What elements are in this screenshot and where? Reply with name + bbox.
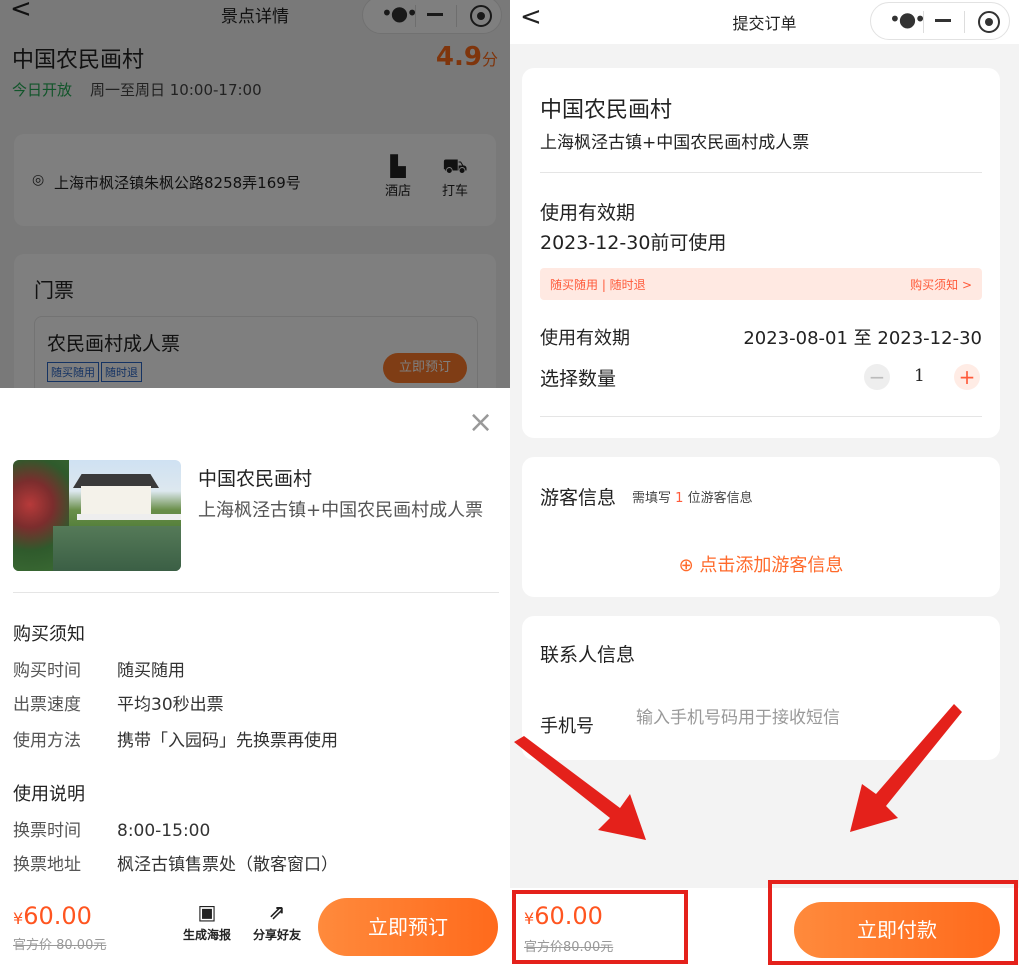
currency-symbol: ¥ — [13, 909, 24, 928]
thumb-house — [81, 486, 151, 516]
row-key: 换票地址 — [13, 855, 81, 875]
share-icon: ⇗ — [268, 900, 286, 924]
annotation-arrow-left — [514, 736, 646, 840]
share-button[interactable]: ⇗ 分享好友 — [248, 900, 306, 943]
row-value: 平均30秒出票 — [117, 695, 224, 715]
share-label: 分享好友 — [252, 928, 301, 942]
divider — [13, 592, 499, 593]
product-name: 中国农民画村 — [198, 468, 313, 490]
row-key: 使用方法 — [13, 731, 81, 751]
row-value: 8:00-15:00 — [117, 821, 211, 841]
row-key: 购买时间 — [13, 661, 81, 681]
official-price: 官方价 80.00元 — [13, 938, 107, 953]
purchase-row: 使用方法 携带「入园码」先换票再使用 — [13, 726, 338, 751]
annotation-arrow-right — [850, 704, 962, 832]
usage-row: 换票地址 枫泾古镇售票处（散客窗口） — [13, 850, 338, 875]
row-value: 随买随用 — [117, 661, 185, 681]
purchase-row: 购买时间 随买随用 — [13, 656, 185, 681]
row-value: 携带「入园码」先换票再使用 — [117, 731, 338, 751]
image-icon: ▣ — [197, 900, 217, 924]
product-thumbnail — [13, 460, 181, 571]
annotation-arrows — [514, 704, 962, 840]
price-value: 60.00 — [23, 902, 92, 930]
price: ¥60.00 — [13, 902, 92, 930]
thumb-water — [53, 526, 181, 571]
submit-order-screen: < 提交订单 •●• 中国农民画村 上海枫泾古镇+中国农民画村成人票 使用有效期… — [510, 0, 1019, 965]
thumb-rail — [77, 514, 181, 520]
usage-notes-title: 使用说明 — [13, 784, 85, 805]
row-value: 枫泾古镇售票处（散客窗口） — [117, 855, 338, 875]
close-icon[interactable]: × — [468, 408, 493, 438]
purchase-notes-title: 购买须知 — [13, 624, 85, 645]
generate-poster-button[interactable]: ▣ 生成海报 — [178, 900, 236, 943]
ticket-detail-sheet: × 中国农民画村 上海枫泾古镇+中国农民画村成人票 购买须知 购买时间 随买随用 … — [0, 388, 510, 965]
row-key: 出票速度 — [13, 695, 81, 715]
scenic-detail-screen: 中国农民画村 4.9分 今日开放 周一至周日 10:00-17:00 ◎ 上海市… — [0, 0, 510, 965]
usage-row: 换票时间 8:00-15:00 — [13, 816, 210, 841]
book-now-button[interactable]: 立即预订 — [318, 898, 498, 956]
product-subtitle: 上海枫泾古镇+中国农民画村成人票 — [198, 500, 484, 521]
purchase-row: 出票速度 平均30秒出票 — [13, 690, 224, 715]
modal-overlay[interactable] — [0, 0, 510, 388]
poster-label: 生成海报 — [182, 928, 231, 942]
left-footer-bar: ¥60.00 官方价 80.00元 ▣ 生成海报 ⇗ 分享好友 立即预订 — [0, 888, 510, 965]
row-key: 换票时间 — [13, 821, 81, 841]
